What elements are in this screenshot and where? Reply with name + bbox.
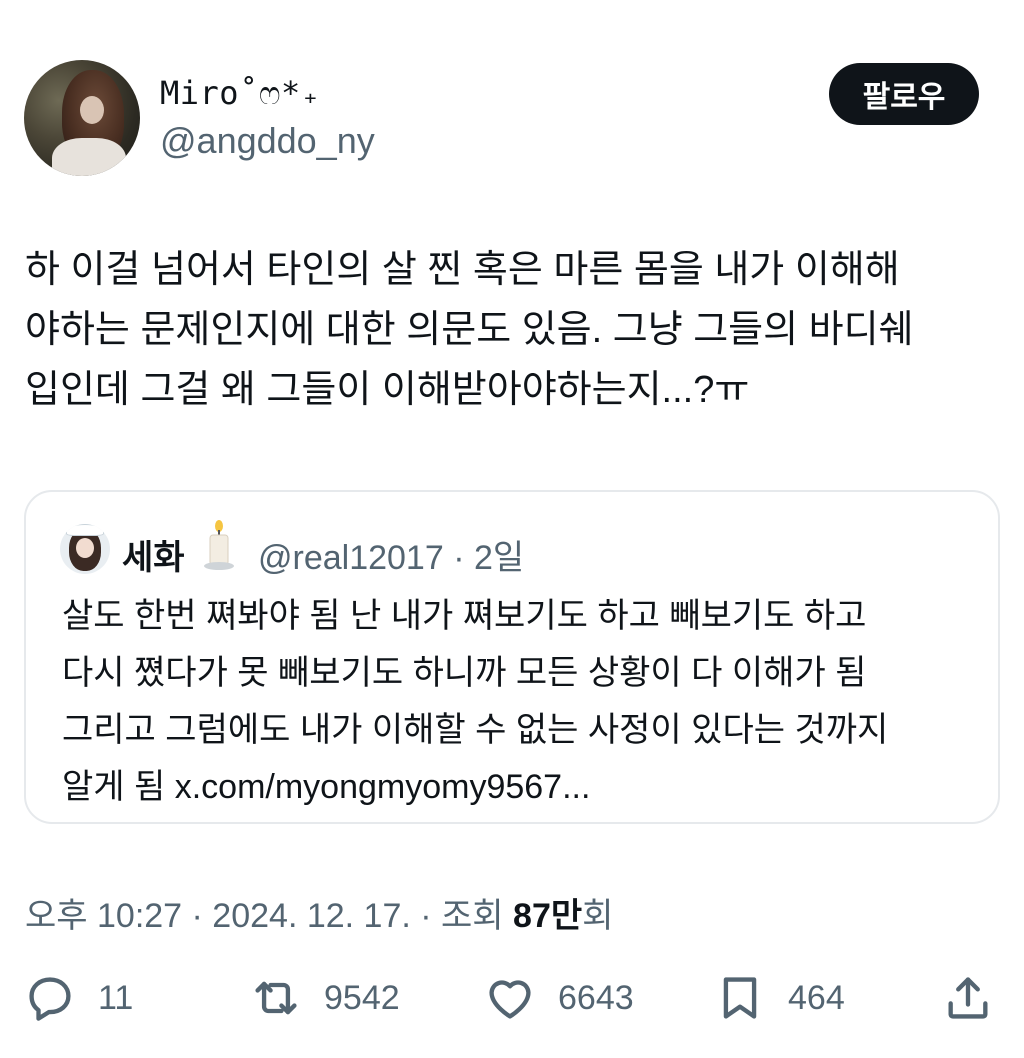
author-avatar[interactable] [24,60,140,176]
heart-icon [489,980,531,1019]
avatar-face [80,96,104,124]
retweet-count: 9542 [324,978,400,1017]
view-count-suffix: 회 [582,897,614,935]
like-button[interactable]: 6643 [484,970,634,1026]
follow-button[interactable]: 팔로우 [829,63,979,125]
quote-handle-date: @real12017 · 2일 [258,539,525,577]
author-handle[interactable]: @angddo_ny [160,120,375,162]
quote-avatar-face [76,538,94,558]
retweet-button[interactable]: 9542 [250,970,400,1026]
share-icon [948,977,988,1019]
view-count: 87만 [513,897,583,935]
quote-avatar[interactable] [60,524,110,574]
like-count: 6643 [558,978,634,1017]
reply-icon [29,977,71,1021]
tweet-meta: 오후 10:27 · 2024. 12. 17. · 조회 87만회 [25,888,613,937]
tweet-text: 하 이걸 넘어서 타인의 살 찐 혹은 마른 몸을 내가 이해해 야하는 문제인… [25,249,914,411]
avatar-shirt [52,138,126,176]
quote-avatar-hat [66,524,104,536]
quote-text: 살도 한번 쪄봐야 됨 난 내가 쪄보기도 하고 빼보기도 하고 다시 쪘다가 … [62,597,889,806]
tweet-timestamp[interactable]: 오후 10:27 · 2024. 12. 17. · 조회 [25,897,513,935]
candle-icon [204,520,234,570]
reply-count: 11 [98,978,134,1017]
retweet-icon [255,981,297,1015]
bookmark-icon [723,977,757,1019]
reply-button[interactable]: 11 [24,970,133,1026]
bookmark-button[interactable]: 464 [714,970,845,1026]
author-display-name[interactable]: Miro˚ෆ*₊ [160,74,321,113]
quoted-tweet[interactable]: 세화 @real12017 · 2일 살도 한번 쪄봐야 됨 난 내가 쪄보기도… [24,490,1000,824]
share-button[interactable] [942,970,994,1026]
quote-author-name: 세화 [122,539,185,577]
bookmark-count: 464 [788,978,845,1017]
